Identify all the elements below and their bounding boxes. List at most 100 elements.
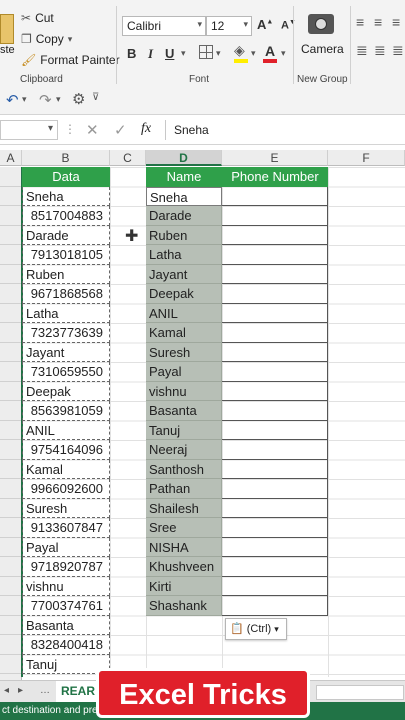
row-header[interactable] bbox=[0, 498, 22, 518]
align-middle-icon[interactable]: ≡ bbox=[374, 14, 382, 30]
row-header[interactable] bbox=[0, 518, 22, 538]
align-right-icon[interactable]: ≣ bbox=[392, 42, 404, 59]
name-cell[interactable]: Latha bbox=[146, 245, 222, 265]
column-header-f[interactable]: F bbox=[328, 150, 405, 166]
phone-cell[interactable] bbox=[222, 245, 328, 265]
enter-icon[interactable]: ✓ bbox=[114, 121, 127, 139]
chevron-down-icon[interactable]: ▾ bbox=[251, 48, 256, 59]
name-cell[interactable]: Tanuj bbox=[146, 420, 222, 440]
name-cell[interactable]: Suresh bbox=[146, 342, 222, 362]
paste-icon[interactable] bbox=[0, 14, 14, 44]
data-cell[interactable]: 8563981059 bbox=[22, 401, 110, 421]
phone-cell[interactable] bbox=[222, 459, 328, 479]
cut-button[interactable]: ✂ Cut bbox=[21, 11, 54, 25]
chevron-down-icon[interactable]: ▾ bbox=[281, 48, 286, 59]
data-cell[interactable]: Suresh bbox=[22, 498, 110, 518]
name-cell[interactable]: Sree bbox=[146, 518, 222, 538]
insert-function-icon[interactable]: fx bbox=[141, 121, 151, 137]
gear-icon[interactable]: ⚙ bbox=[72, 90, 85, 108]
name-cell[interactable]: Pathan bbox=[146, 479, 222, 499]
data-cell[interactable]: 8517004883 bbox=[22, 206, 110, 226]
chevron-down-icon[interactable]: ▾ bbox=[181, 48, 186, 59]
align-bottom-icon[interactable]: ≡ bbox=[392, 14, 400, 30]
bold-icon[interactable]: B bbox=[127, 46, 136, 61]
format-painter-button[interactable]: 🖌 Format Painter bbox=[21, 53, 120, 67]
chevron-down-icon[interactable]: ▾ bbox=[22, 94, 27, 105]
align-left-icon[interactable]: ≣ bbox=[356, 42, 368, 59]
phone-cell[interactable] bbox=[222, 362, 328, 382]
phone-cell[interactable] bbox=[222, 225, 328, 245]
row-header[interactable] bbox=[0, 323, 22, 343]
row-header[interactable] bbox=[0, 381, 22, 401]
paste-options-button[interactable]: 📋 (Ctrl) ▾ bbox=[225, 618, 287, 640]
name-box[interactable]: ▾ bbox=[0, 120, 58, 140]
column-header-a[interactable]: A bbox=[0, 150, 22, 166]
camera-button-label[interactable]: Camera bbox=[301, 42, 344, 56]
column-header-e[interactable]: E bbox=[222, 150, 328, 166]
tab-scroll-right-icon[interactable]: ▸ bbox=[18, 685, 23, 696]
tab-scroll-left-icon[interactable]: ◂ bbox=[4, 685, 9, 696]
row-header[interactable] bbox=[0, 557, 22, 577]
data-cell[interactable]: 9133607847 bbox=[22, 518, 110, 538]
row-header[interactable] bbox=[0, 225, 22, 245]
data-cell[interactable]: Latha bbox=[22, 303, 110, 323]
phone-cell[interactable] bbox=[222, 498, 328, 518]
sheet-tab[interactable]: REAR bbox=[56, 681, 100, 704]
header-name[interactable]: Name bbox=[146, 167, 222, 187]
redo-icon[interactable]: ↷ bbox=[39, 91, 52, 109]
data-cell[interactable]: 7913018105 bbox=[22, 245, 110, 265]
row-header[interactable] bbox=[0, 245, 22, 265]
row-header[interactable] bbox=[0, 440, 22, 460]
phone-cell[interactable] bbox=[222, 186, 328, 206]
copy-button[interactable]: ❐ Copy ▾ bbox=[21, 32, 72, 46]
font-color-icon[interactable]: A bbox=[265, 43, 275, 59]
name-cell[interactable]: Basanta bbox=[146, 401, 222, 421]
undo-icon[interactable]: ↶ bbox=[6, 91, 19, 109]
phone-cell[interactable] bbox=[222, 479, 328, 499]
data-cell[interactable]: Darade bbox=[22, 225, 110, 245]
name-cell[interactable]: Deepak bbox=[146, 284, 222, 304]
data-cell[interactable]: 9671868568 bbox=[22, 284, 110, 304]
data-cell[interactable]: Sneha bbox=[22, 186, 110, 206]
fill-color-icon[interactable]: ◈ bbox=[234, 42, 245, 59]
data-cell[interactable]: Deepak bbox=[22, 381, 110, 401]
chevron-down-icon[interactable]: ▾ bbox=[48, 123, 53, 134]
row-header[interactable] bbox=[0, 459, 22, 479]
data-cell[interactable]: Kamal bbox=[22, 459, 110, 479]
name-cell[interactable]: Sneha bbox=[146, 186, 222, 206]
borders-icon[interactable] bbox=[199, 45, 213, 59]
name-cell[interactable]: Neeraj bbox=[146, 440, 222, 460]
align-center-icon[interactable]: ≣ bbox=[374, 42, 386, 59]
row-header[interactable] bbox=[0, 284, 22, 304]
phone-cell[interactable] bbox=[222, 264, 328, 284]
header-data[interactable]: Data bbox=[22, 167, 110, 187]
row-header[interactable] bbox=[0, 303, 22, 323]
row-header[interactable] bbox=[0, 654, 22, 674]
phone-cell[interactable] bbox=[222, 576, 328, 596]
chevron-down-icon[interactable]: ▾ bbox=[56, 94, 61, 105]
name-cell[interactable]: Jayant bbox=[146, 264, 222, 284]
phone-cell[interactable] bbox=[222, 557, 328, 577]
data-cell[interactable]: 9966092600 bbox=[22, 479, 110, 499]
column-header-b[interactable]: B bbox=[22, 150, 110, 166]
data-cell[interactable]: 7700374761 bbox=[22, 596, 110, 616]
formula-input[interactable]: Sneha bbox=[174, 123, 209, 137]
camera-icon[interactable] bbox=[308, 14, 334, 34]
cancel-icon[interactable]: ✕ bbox=[86, 121, 99, 139]
row-header[interactable] bbox=[0, 362, 22, 382]
row-header[interactable] bbox=[0, 615, 22, 635]
row-header[interactable] bbox=[0, 167, 22, 187]
data-cell[interactable]: vishnu bbox=[22, 576, 110, 596]
data-cell[interactable]: Ruben bbox=[22, 264, 110, 284]
row-header[interactable] bbox=[0, 206, 22, 226]
row-header[interactable] bbox=[0, 635, 22, 655]
phone-cell[interactable] bbox=[222, 381, 328, 401]
horizontal-scrollbar[interactable] bbox=[316, 685, 404, 700]
data-cell[interactable]: 7310659550 bbox=[22, 362, 110, 382]
name-cell[interactable]: ANIL bbox=[146, 303, 222, 323]
row-header[interactable] bbox=[0, 537, 22, 557]
data-cell[interactable]: 7323773639 bbox=[22, 323, 110, 343]
italic-icon[interactable]: I bbox=[148, 46, 153, 62]
row-header[interactable] bbox=[0, 576, 22, 596]
column-header-c[interactable]: C bbox=[110, 150, 146, 166]
